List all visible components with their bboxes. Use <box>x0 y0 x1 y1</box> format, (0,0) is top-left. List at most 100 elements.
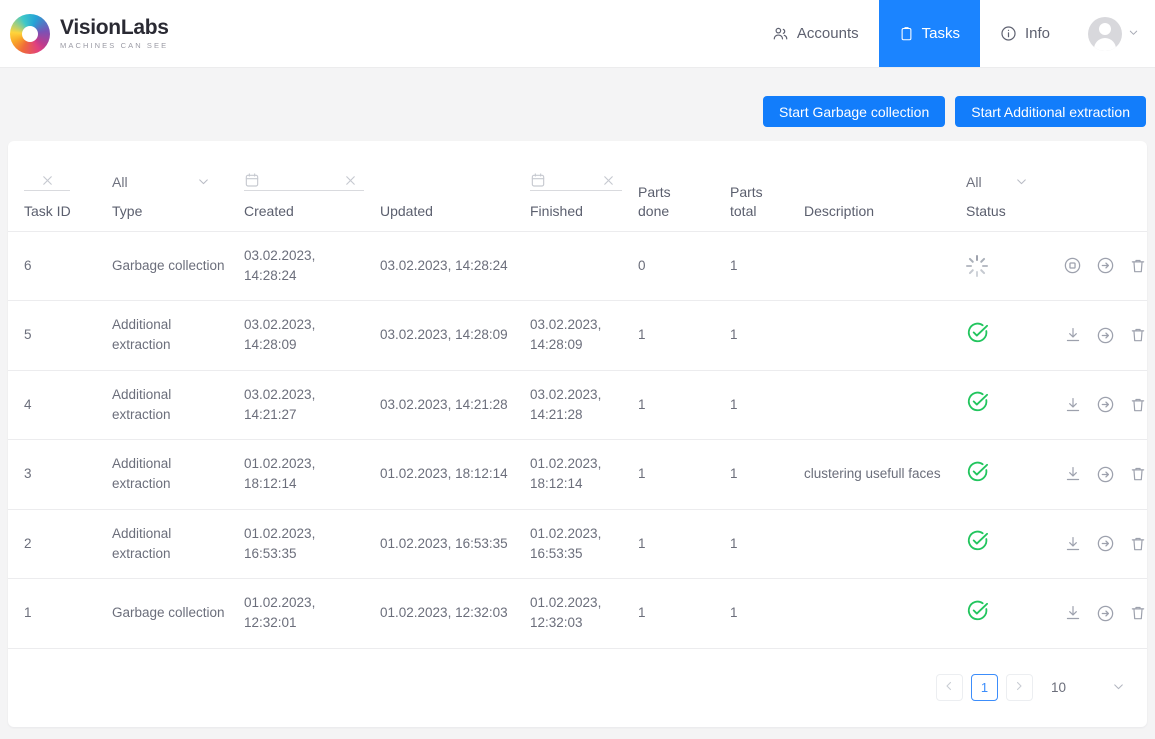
chevron-down-icon <box>1112 680 1125 696</box>
calendar-icon[interactable] <box>244 172 260 188</box>
tasks-table-card: Task ID All Type <box>8 141 1147 727</box>
go-to-icon[interactable] <box>1096 465 1115 484</box>
visionlabs-ring-logo-icon <box>10 14 50 54</box>
delete-icon[interactable] <box>1129 535 1147 553</box>
status-badge <box>950 390 1042 419</box>
actions-cell <box>1042 579 1147 649</box>
parts-done-cell: 1 <box>622 440 714 510</box>
pagination-next-button[interactable] <box>1006 674 1033 701</box>
updated-cell: 01.02.2023, 18:12:14 <box>364 440 514 510</box>
table-body: 6Garbage collection03.02.2023, 14:28:240… <box>8 231 1147 648</box>
status-badge <box>950 321 1042 350</box>
col-description: Description <box>788 141 950 231</box>
status-filter-value[interactable]: All <box>966 174 982 190</box>
col-label-parts-done-line1: Parts <box>638 183 714 202</box>
col-status: All Status <box>950 141 1042 231</box>
delete-icon[interactable] <box>1129 396 1147 414</box>
download-icon[interactable] <box>1064 396 1082 414</box>
download-icon[interactable] <box>1064 604 1082 622</box>
col-task-id: Task ID <box>8 141 96 231</box>
actions-cell <box>1042 301 1147 371</box>
close-icon[interactable] <box>601 173 616 188</box>
nav-item-tasks[interactable]: Tasks <box>879 0 980 67</box>
type-cell: Additional extraction <box>96 301 228 371</box>
parts-total-cell: 1 <box>714 440 788 510</box>
go-to-icon[interactable] <box>1096 326 1115 345</box>
table-row[interactable]: 6Garbage collection03.02.2023, 14:28:240… <box>8 231 1147 301</box>
download-icon[interactable] <box>1064 535 1082 553</box>
pagination-page-1[interactable]: 1 <box>971 674 998 701</box>
delete-icon[interactable] <box>1129 465 1147 483</box>
close-icon[interactable] <box>40 173 55 188</box>
col-label-created: Created <box>244 202 364 221</box>
description-cell <box>788 509 950 579</box>
nav-label-accounts: Accounts <box>797 25 859 42</box>
col-finished: Finished <box>514 141 622 231</box>
download-icon[interactable] <box>1064 326 1082 344</box>
chevron-down-icon[interactable] <box>197 175 210 188</box>
tasks-table: Task ID All Type <box>8 141 1147 649</box>
col-created: Created <box>228 141 364 231</box>
status-badge <box>950 599 1042 628</box>
brand-name: VisionLabs <box>60 17 169 38</box>
nav-label-tasks: Tasks <box>922 25 960 42</box>
nav-item-info[interactable]: Info <box>980 0 1070 67</box>
finished-cell: 03.02.2023, 14:21:28 <box>514 370 622 440</box>
actions-cell <box>1042 370 1147 440</box>
go-to-icon[interactable] <box>1096 604 1115 623</box>
delete-icon[interactable] <box>1129 604 1147 622</box>
chevron-left-icon <box>943 680 955 695</box>
col-label-finished: Finished <box>530 202 622 221</box>
close-icon[interactable] <box>343 173 358 188</box>
type-filter-value[interactable]: All <box>112 174 128 190</box>
finished-date-filter[interactable] <box>530 172 622 191</box>
actions-cell <box>1042 231 1147 301</box>
chevron-down-icon <box>1128 25 1139 43</box>
finished-cell: 01.02.2023, 16:53:35 <box>514 509 622 579</box>
status-badge <box>950 255 1042 277</box>
nav-item-accounts[interactable]: Accounts <box>752 0 879 67</box>
created-cell: 03.02.2023, 14:21:27 <box>228 370 364 440</box>
description-cell: clustering usefull faces <box>788 440 950 510</box>
col-label-parts-total-line1: Parts <box>730 183 788 202</box>
status-cell <box>950 579 1042 649</box>
page-size-select[interactable]: 10 <box>1051 680 1125 696</box>
parts-done-cell: 1 <box>622 370 714 440</box>
table-row[interactable]: 3Additional extraction01.02.2023, 18:12:… <box>8 440 1147 510</box>
brand-logo[interactable]: VisionLabs MACHINES CAN SEE <box>0 0 169 67</box>
table-row[interactable]: 4Additional extraction03.02.2023, 14:21:… <box>8 370 1147 440</box>
parts-total-cell: 1 <box>714 370 788 440</box>
task-id-cell: 5 <box>8 301 96 371</box>
user-menu[interactable] <box>1070 0 1155 67</box>
col-label-task-id: Task ID <box>24 202 96 221</box>
status-badge <box>950 529 1042 558</box>
type-cell: Garbage collection <box>96 231 228 301</box>
chevron-down-icon[interactable] <box>1015 175 1028 188</box>
delete-icon[interactable] <box>1129 257 1147 275</box>
task-id-filter-clear[interactable] <box>24 173 70 191</box>
table-row[interactable]: 1Garbage collection01.02.2023, 12:32:010… <box>8 579 1147 649</box>
clipboard-icon <box>899 25 914 42</box>
updated-cell: 03.02.2023, 14:21:28 <box>364 370 514 440</box>
stop-icon[interactable] <box>1063 256 1082 275</box>
table-row[interactable]: 5Additional extraction03.02.2023, 14:28:… <box>8 301 1147 371</box>
pagination-prev-button[interactable] <box>936 674 963 701</box>
start-additional-extraction-button[interactable]: Start Additional extraction <box>955 96 1146 127</box>
delete-icon[interactable] <box>1129 326 1147 344</box>
go-to-icon[interactable] <box>1096 395 1115 414</box>
table-row[interactable]: 2Additional extraction01.02.2023, 16:53:… <box>8 509 1147 579</box>
go-to-icon[interactable] <box>1096 256 1115 275</box>
app-header: VisionLabs MACHINES CAN SEE Accounts Tas… <box>0 0 1155 68</box>
calendar-icon[interactable] <box>530 172 546 188</box>
status-cell <box>950 509 1042 579</box>
go-to-icon[interactable] <box>1096 534 1115 553</box>
col-label-parts-total-line2: total <box>730 202 788 221</box>
spinner-icon <box>966 255 988 277</box>
created-date-filter[interactable] <box>244 172 364 191</box>
check-circle-icon <box>966 529 989 558</box>
download-icon[interactable] <box>1064 465 1082 483</box>
task-id-cell: 2 <box>8 509 96 579</box>
parts-done-cell: 1 <box>622 579 714 649</box>
col-label-description: Description <box>804 202 950 221</box>
start-garbage-collection-button[interactable]: Start Garbage collection <box>763 96 945 127</box>
